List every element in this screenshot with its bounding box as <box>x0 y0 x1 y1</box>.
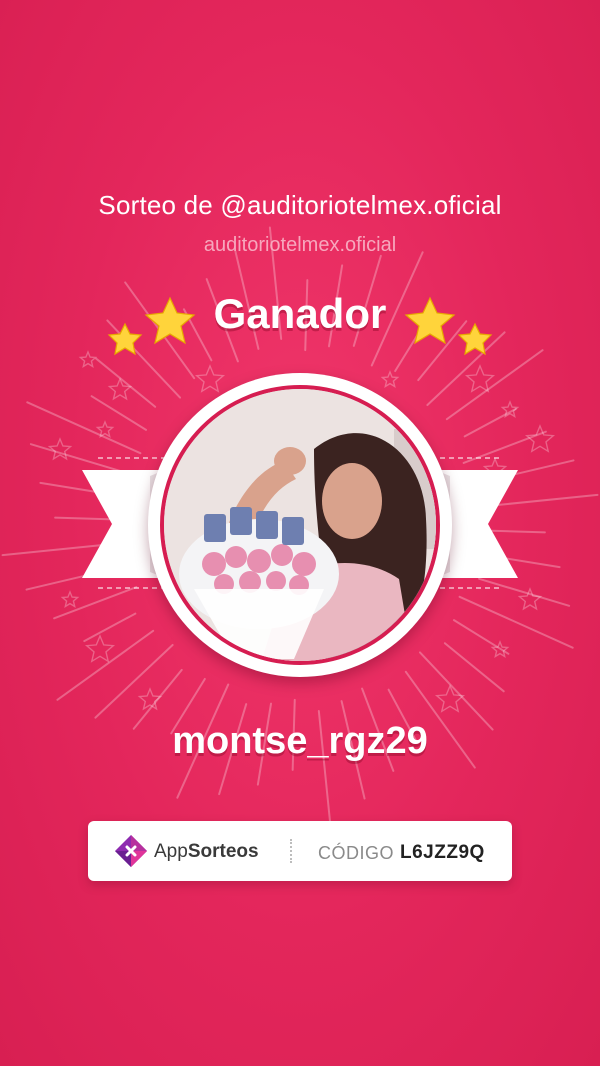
divider <box>290 839 292 863</box>
appsorteos-logo-icon <box>115 835 147 867</box>
winner-heading: Ganador <box>213 290 387 337</box>
code-label: CÓDIGO <box>318 843 395 863</box>
brand-card: AppSorteos CÓDIGO L6JZZ9Q <box>88 821 512 881</box>
winner-profile-photo <box>164 389 436 661</box>
code-value: L6JZZ9Q <box>400 842 485 863</box>
avatar <box>160 385 440 665</box>
stars-decoration <box>107 296 493 356</box>
brand-suffix: Sorteos <box>187 841 259 862</box>
avatar-frame <box>148 373 452 677</box>
brand-prefix: App <box>154 841 188 862</box>
winner-username: montse_rgz29 <box>172 720 428 762</box>
brand-name: AppSorteos <box>154 841 259 863</box>
